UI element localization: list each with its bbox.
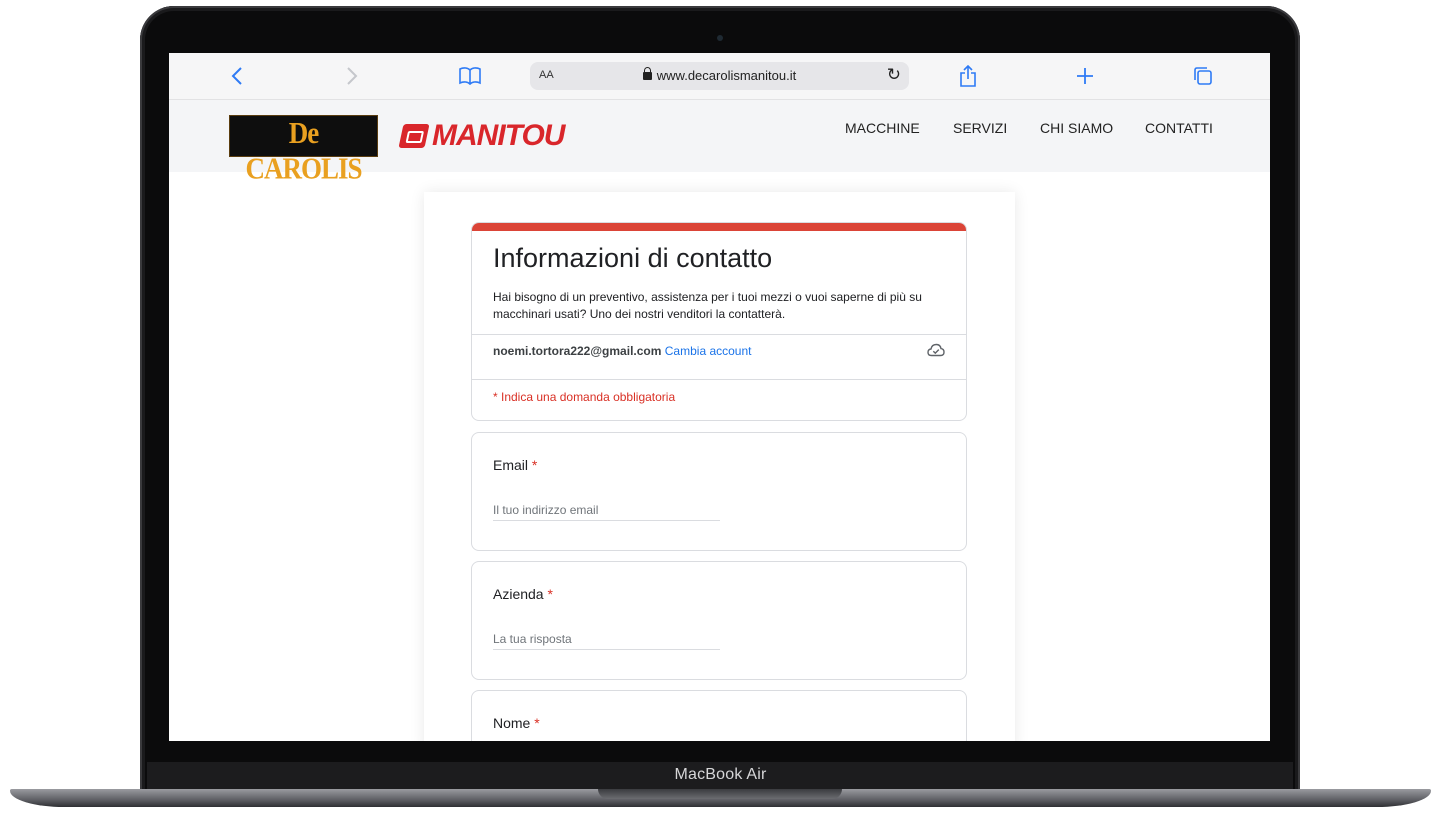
share-icon[interactable] [955, 63, 981, 89]
divider [472, 334, 966, 335]
camera-icon [717, 35, 723, 41]
question-card-azienda: Azienda * [471, 561, 967, 680]
nav-chi-siamo[interactable]: CHI SIAMO [1040, 120, 1113, 136]
site-header: De CAROLIS MANITOU MACCHINE SERVIZI CHI … [169, 100, 1270, 186]
laptop-hinge-notch [598, 789, 842, 799]
question-card-email: Email * [471, 432, 967, 551]
reload-icon[interactable]: ↻ [887, 65, 901, 85]
email-input[interactable] [493, 500, 720, 521]
azienda-input[interactable] [493, 629, 720, 650]
browser-screen: AA www.decarolismanitou.it ↻ De CAROLIS … [169, 53, 1270, 741]
required-star: * [547, 586, 553, 602]
question-card-nome: Nome * [471, 690, 967, 741]
divider [472, 379, 966, 380]
nav-contatti[interactable]: CONTATTI [1145, 120, 1213, 136]
required-star: * [534, 715, 540, 731]
required-star: * [531, 457, 538, 473]
switch-account-link[interactable]: Cambia account [665, 344, 752, 358]
question-label: Email * [493, 457, 538, 473]
forward-icon[interactable] [339, 63, 365, 89]
cloud-saved-icon [927, 343, 945, 357]
account-email: noemi.tortora222@gmail.com [493, 344, 662, 358]
nav-servizi[interactable]: SERVIZI [953, 120, 1007, 136]
tabs-icon[interactable] [1190, 63, 1216, 89]
account-row: noemi.tortora222@gmail.com Cambia accoun… [493, 344, 751, 358]
new-tab-icon[interactable] [1072, 63, 1098, 89]
required-note: * Indica una domanda obbligatoria [493, 390, 676, 404]
form-accent-bar [472, 223, 966, 231]
lock-icon [642, 67, 652, 80]
embedded-form: Informazioni di contatto Hai bisogno di … [424, 192, 1015, 741]
form-title: Informazioni di contatto [493, 243, 773, 273]
question-label: Nome * [493, 715, 540, 731]
nav-macchine[interactable]: MACCHINE [845, 120, 920, 136]
form-header-card: Informazioni di contatto Hai bisogno di … [471, 222, 967, 421]
back-icon[interactable] [224, 63, 250, 89]
model-label: MacBook Air [674, 766, 767, 783]
question-label: Azienda * [493, 586, 553, 602]
manitou-logo[interactable]: MANITOU [398, 118, 565, 154]
bookmarks-icon[interactable] [457, 63, 483, 89]
address-bar[interactable]: AA www.decarolismanitou.it ↻ [530, 62, 909, 90]
url-text: www.decarolismanitou.it [656, 68, 797, 83]
decarolis-logo[interactable]: De CAROLIS [229, 115, 378, 186]
safari-toolbar: AA www.decarolismanitou.it ↻ [169, 53, 1270, 100]
form-description: Hai bisogno di un preventivo, assistenza… [493, 290, 922, 321]
manitou-forklift-icon [398, 124, 430, 148]
